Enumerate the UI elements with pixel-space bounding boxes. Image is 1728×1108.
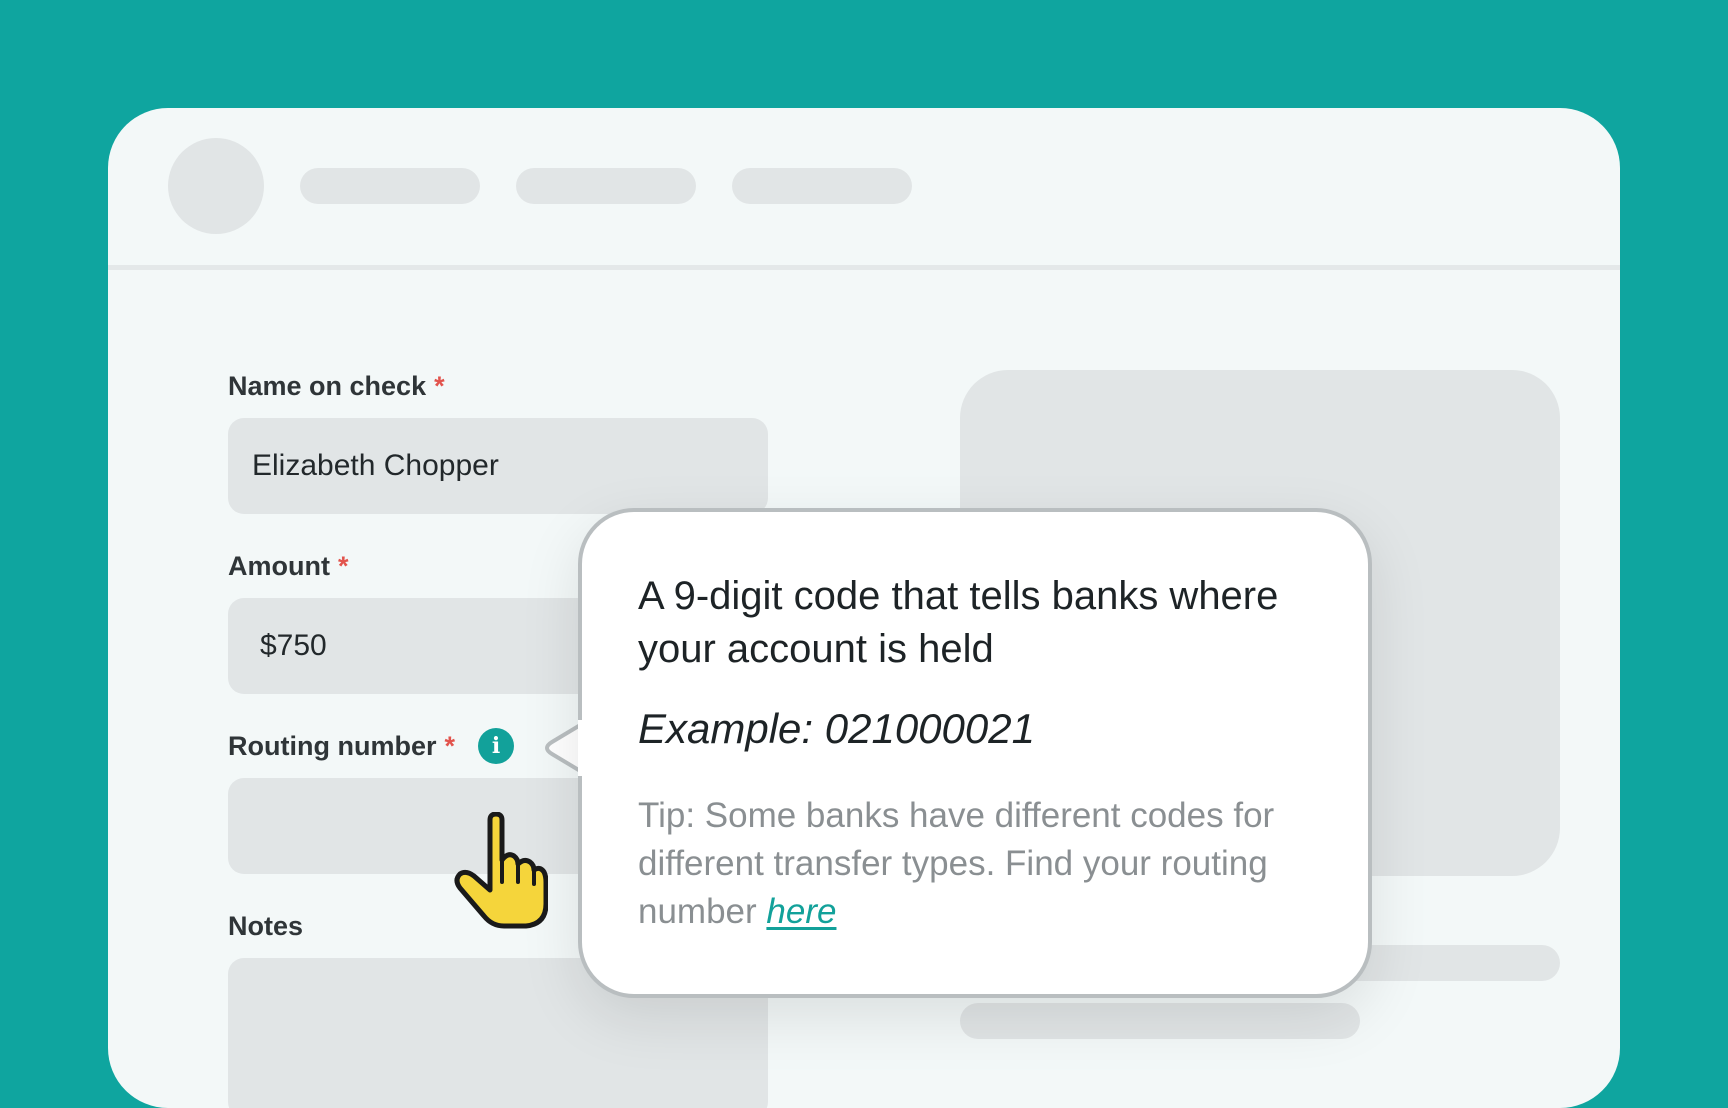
notes-field-label: Notes [228, 910, 303, 942]
amount-field-label: Amount * [228, 550, 349, 582]
nav-item-placeholder[interactable] [516, 168, 696, 204]
required-marker: * [444, 731, 455, 761]
find-routing-number-link[interactable]: here [766, 892, 836, 931]
nav-item-placeholder[interactable] [300, 168, 480, 204]
tooltip-tip-text: Tip: Some banks have different codes for… [638, 796, 1275, 931]
routing-label-text: Routing number [228, 731, 437, 761]
required-marker: * [434, 371, 445, 401]
required-marker: * [337, 551, 349, 581]
avatar[interactable] [168, 138, 264, 234]
name-label-text: Name on check [228, 371, 427, 401]
tooltip-arrow-joint [578, 720, 584, 776]
name-input[interactable]: Elizabeth Chopper [228, 418, 768, 514]
pointer-hand-icon [454, 812, 548, 929]
tooltip-tip: Tip: Some banks have different codes for… [638, 792, 1338, 936]
info-icon[interactable]: i [478, 728, 514, 764]
nav-item-placeholder[interactable] [732, 168, 912, 204]
amount-label-text: Amount [228, 551, 330, 581]
header [108, 108, 1620, 270]
tooltip-example: Example: 021000021 [638, 705, 1035, 752]
routing-field-label: Routing number * [228, 730, 455, 762]
notes-label-text: Notes [228, 911, 304, 941]
tooltip-title: A 9-digit code that tells banks where yo… [638, 574, 1279, 671]
name-field-label: Name on check * [228, 370, 445, 402]
routing-number-tooltip: A 9-digit code that tells banks where yo… [578, 508, 1372, 998]
content-placeholder-line [960, 1003, 1360, 1039]
